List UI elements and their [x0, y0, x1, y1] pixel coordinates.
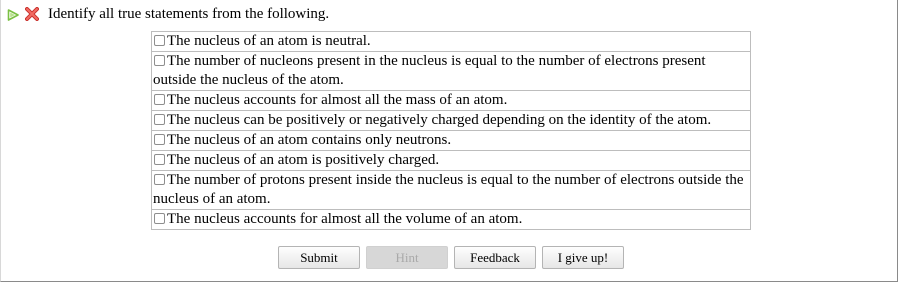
options-table: The nucleus of an atom is neutral. The n…	[151, 31, 751, 230]
option-cell: The nucleus accounts for almost all the …	[151, 209, 751, 230]
option-checkbox[interactable]	[154, 134, 165, 145]
option-label[interactable]: The nucleus can be positively or negativ…	[167, 112, 711, 128]
option-cell: The nucleus of an atom contains only neu…	[151, 130, 751, 151]
option-checkbox[interactable]	[154, 174, 165, 185]
option-checkbox[interactable]	[154, 35, 165, 46]
option-checkbox[interactable]	[154, 154, 165, 165]
option-checkbox[interactable]	[154, 55, 165, 66]
option-cell: The nucleus accounts for almost all the …	[151, 90, 751, 111]
option-row: The number of protons present inside the…	[151, 170, 751, 210]
option-label[interactable]: The nucleus of an atom is positively cha…	[167, 152, 439, 168]
option-cell: The nucleus can be positively or negativ…	[151, 110, 751, 131]
option-cell: The nucleus of an atom is positively cha…	[151, 150, 751, 171]
action-buttons: Submit Hint Feedback I give up!	[278, 246, 630, 269]
submit-button[interactable]: Submit	[278, 246, 360, 269]
question-text: Identify all true statements from the fo…	[48, 6, 330, 22]
red-x-icon	[25, 7, 39, 21]
option-cell: The nucleus of an atom is neutral.	[151, 31, 751, 52]
option-row: The nucleus accounts for almost all the …	[151, 90, 751, 111]
option-cell: The number of protons present inside the…	[151, 170, 751, 210]
option-cell: The number of nucleons present in the nu…	[151, 51, 751, 91]
option-label[interactable]: The nucleus accounts for almost all the …	[167, 92, 507, 108]
hint-button: Hint	[366, 246, 448, 269]
option-label[interactable]: The nucleus accounts for almost all the …	[167, 211, 522, 227]
option-row: The number of nucleons present in the nu…	[151, 51, 751, 91]
question-header: Identify all true statements from the fo…	[7, 4, 329, 24]
option-checkbox[interactable]	[154, 114, 165, 125]
option-row: The nucleus accounts for almost all the …	[151, 209, 751, 230]
option-row: The nucleus can be positively or negativ…	[151, 110, 751, 131]
option-label[interactable]: The number of protons present inside the…	[153, 172, 744, 207]
option-label[interactable]: The nucleus of an atom contains only neu…	[167, 132, 451, 148]
option-row: The nucleus of an atom contains only neu…	[151, 130, 751, 151]
option-row: The nucleus of an atom is positively cha…	[151, 150, 751, 171]
option-row: The nucleus of an atom is neutral.	[151, 31, 751, 52]
option-label[interactable]: The number of nucleons present in the nu…	[153, 53, 706, 88]
play-triangle-icon[interactable]	[7, 8, 19, 21]
option-label[interactable]: The nucleus of an atom is neutral.	[167, 33, 371, 49]
option-checkbox[interactable]	[154, 213, 165, 224]
question-panel: Identify all true statements from the fo…	[0, 0, 898, 282]
option-checkbox[interactable]	[154, 94, 165, 105]
feedback-button[interactable]: Feedback	[454, 246, 536, 269]
give-up-button[interactable]: I give up!	[542, 246, 624, 269]
